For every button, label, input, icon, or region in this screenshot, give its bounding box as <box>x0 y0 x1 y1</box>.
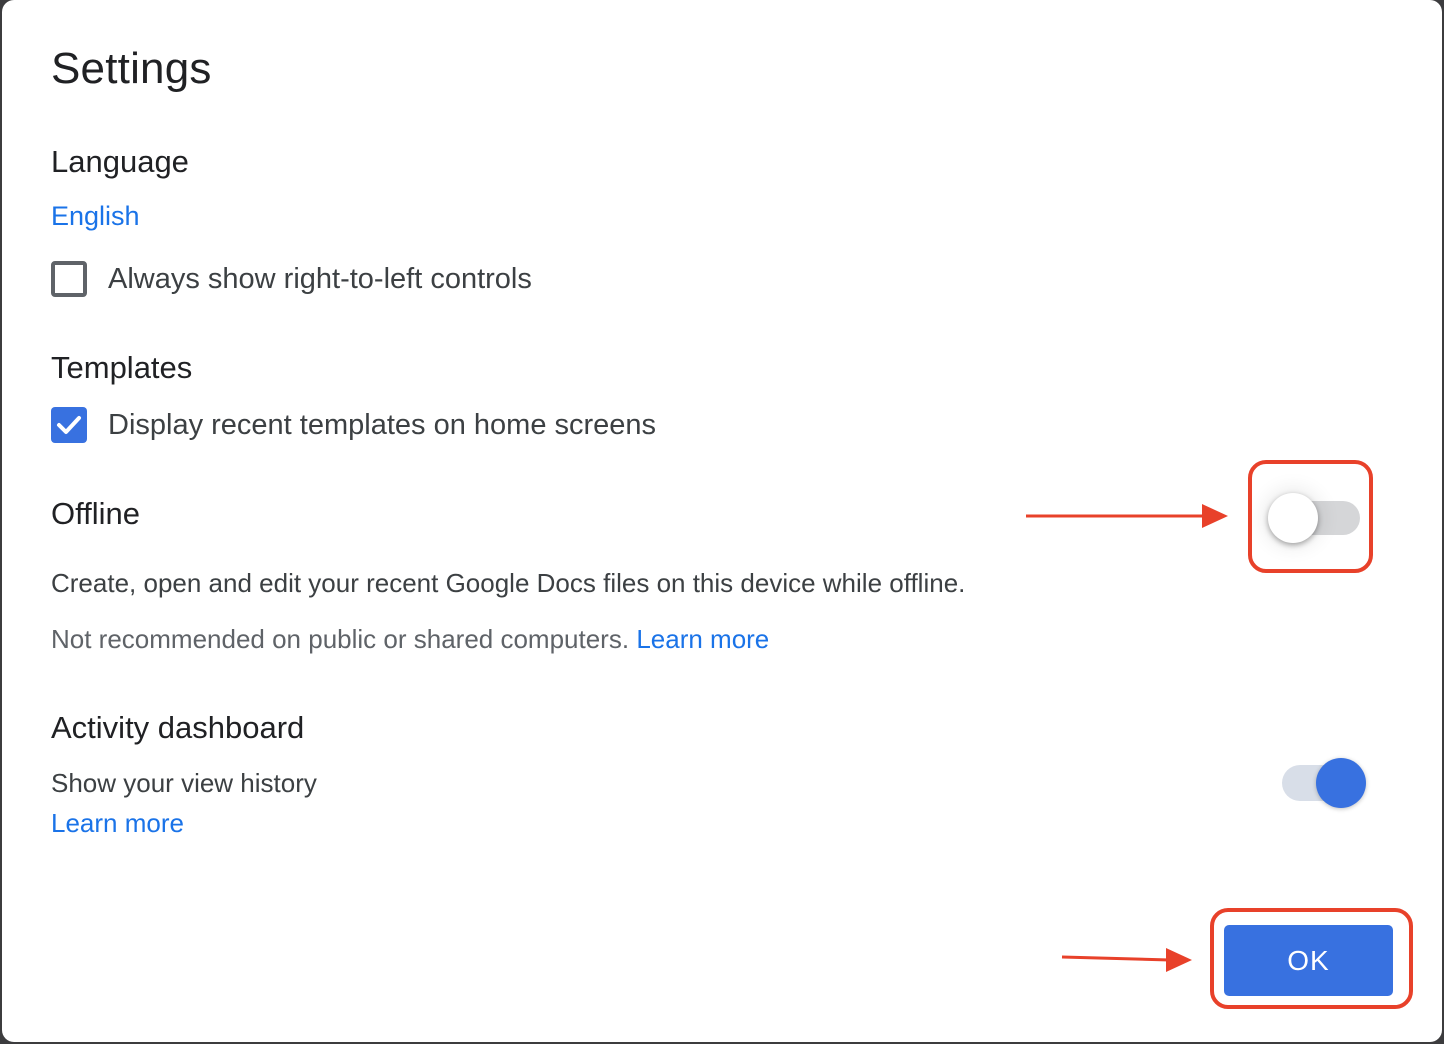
activity-learn-more-link[interactable]: Learn more <box>51 808 184 839</box>
arrow-right-icon <box>1026 504 1228 528</box>
language-select-link[interactable]: English <box>51 201 140 232</box>
rtl-controls-checkbox[interactable] <box>51 261 87 297</box>
rtl-controls-row[interactable]: Always show right-to-left controls <box>51 261 532 297</box>
activity-toggle-thumb <box>1316 758 1366 808</box>
offline-description: Create, open and edit your recent Google… <box>51 568 966 598</box>
offline-note: Not recommended on public or shared comp… <box>51 624 769 655</box>
activity-heading: Activity dashboard <box>51 710 305 745</box>
checkmark-icon <box>57 416 81 434</box>
rtl-controls-label: Always show right-to-left controls <box>108 262 532 295</box>
ok-button-highlight-box <box>1210 908 1413 1009</box>
arrow-right-icon <box>1061 948 1192 972</box>
recent-templates-label: Display recent templates on home screens <box>108 408 657 441</box>
offline-heading: Offline <box>51 496 141 531</box>
templates-heading: Templates <box>51 350 193 385</box>
offline-toggle-highlight-box <box>1248 460 1373 573</box>
language-heading: Language <box>51 144 189 179</box>
offline-learn-more-link[interactable]: Learn more <box>636 624 769 654</box>
activity-description: Show your view history <box>51 768 317 798</box>
recent-templates-checkbox[interactable] <box>51 407 87 443</box>
recent-templates-row[interactable]: Display recent templates on home screens <box>51 407 656 443</box>
dialog-title: Settings <box>51 44 212 93</box>
settings-dialog: Settings Language English Always show ri… <box>2 0 1442 1042</box>
activity-dashboard-toggle[interactable] <box>1282 758 1368 814</box>
offline-note-text: Not recommended on public or shared comp… <box>51 624 630 654</box>
